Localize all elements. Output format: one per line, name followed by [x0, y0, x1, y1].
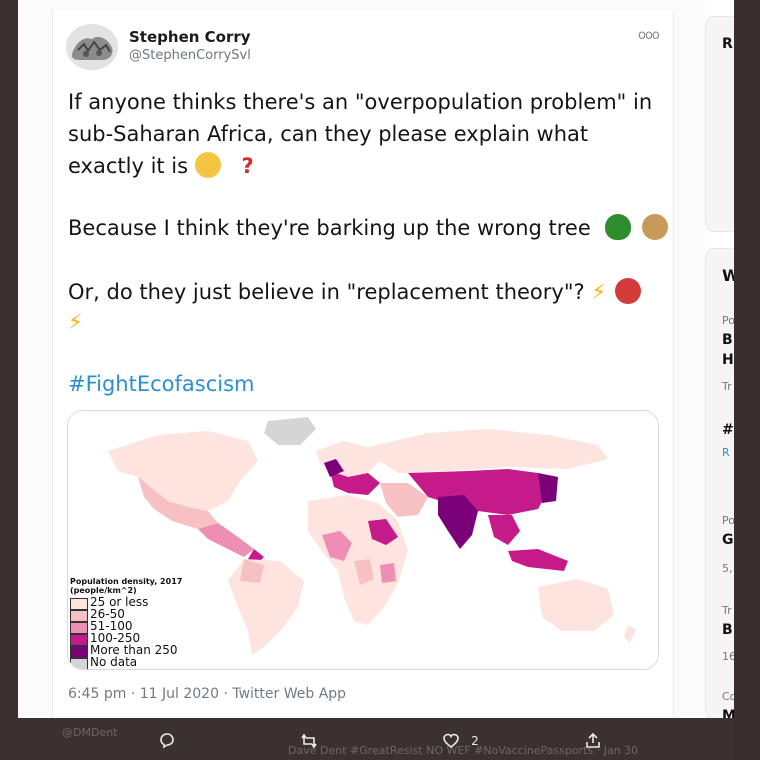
tweet-text-line-1: If anyone thinks there's an "overpopulat…: [68, 90, 653, 114]
sidebar-trend-title[interactable]: #: [722, 422, 734, 438]
sidebar-trend-meta[interactable]: Co: [722, 690, 734, 703]
thinking-face-icon: [194, 152, 221, 178]
tweet-text-line-2: sub-Saharan Africa, can they please expl…: [68, 122, 589, 146]
tweet-text-line-4: Because I think they're barking up the w…: [68, 214, 669, 242]
like-count: 2: [471, 734, 479, 748]
red-question-mark-icon: ?: [241, 154, 254, 178]
map-legend-title-text: Population density, 2017: [70, 577, 183, 586]
lightning-bolt-icon: ⚡: [591, 280, 607, 304]
tweet-text-line-3-text: exactly it is: [68, 154, 189, 178]
sidebar-letter: W: [722, 266, 734, 285]
sidebar-letter: R: [722, 36, 733, 52]
reply-icon[interactable]: [158, 732, 176, 750]
author-name[interactable]: Stephen Corry: [129, 28, 251, 46]
reply-handle[interactable]: @DMDent: [62, 726, 117, 739]
legend-swatch: [70, 658, 88, 669]
like-icon-svg: [443, 733, 459, 749]
hashtag-link[interactable]: #FightEcofascism: [68, 372, 255, 396]
dog-icon: [642, 214, 669, 240]
right-edge-background: [734, 0, 760, 760]
sidebar-trend-title[interactable]: G: [722, 532, 734, 548]
tree-icon: [605, 214, 632, 240]
sidebar-trend-meta[interactable]: Po: [722, 314, 734, 327]
retweet-icon[interactable]: [300, 732, 318, 750]
attached-map-image[interactable]: Population density, 2017 (people/km^2) 2…: [67, 410, 659, 670]
right-sidebar: R W Po B H Tr # R Po G 5, Tr B 16 Co M: [705, 0, 734, 718]
author-avatar[interactable]: [66, 24, 118, 70]
sidebar-trend-meta[interactable]: Tr: [722, 604, 732, 617]
sidebar-trend-meta[interactable]: R: [722, 446, 730, 459]
sidebar-trend-title[interactable]: B: [722, 332, 733, 348]
share-icon[interactable]: [584, 732, 602, 750]
map-legend-title: Population density, 2017 (people/km^2): [70, 577, 182, 595]
tweet-text-line-6: ⚡: [68, 310, 83, 334]
like-icon[interactable]: [442, 732, 460, 750]
author-handle[interactable]: @StephenCorrySvl: [129, 48, 251, 63]
sidebar-trend-title[interactable]: H: [722, 352, 734, 368]
tweet-text-line-5-text: Or, do they just believe in "replacement…: [68, 280, 585, 304]
sidebar-trend-meta[interactable]: 16: [722, 650, 734, 663]
sidebar-trend-meta[interactable]: Po: [722, 514, 734, 527]
tweet-text-line-4-text: Because I think they're barking up the w…: [68, 216, 591, 240]
share-icon-svg: [586, 732, 600, 748]
legend-label: No data: [90, 655, 138, 669]
tweet-text-line-3: exactly it is ?: [68, 152, 254, 180]
reply-icon-svg: [160, 733, 174, 749]
sidebar-trend-title[interactable]: B: [722, 622, 733, 638]
angry-face-icon: [614, 278, 641, 304]
sidebar-trend-meta[interactable]: Tr: [722, 380, 732, 393]
tweet-timestamp[interactable]: 6:45 pm · 11 Jul 2020 · Twitter Web App: [68, 686, 346, 702]
avatar-image: [66, 24, 118, 70]
map-legend-subtitle: (people/km^2): [70, 586, 137, 595]
sidebar-trend-meta[interactable]: 5,: [722, 562, 733, 575]
retweet-icon-svg: [301, 733, 317, 749]
more-options-icon[interactable]: ooo: [638, 28, 660, 43]
tweet-text-line-5: Or, do they just believe in "replacement…: [68, 278, 641, 306]
lightning-bolt-icon: ⚡: [68, 310, 83, 334]
sidebar-trend-title[interactable]: M: [722, 708, 734, 718]
legend-item: No data: [70, 655, 250, 669]
